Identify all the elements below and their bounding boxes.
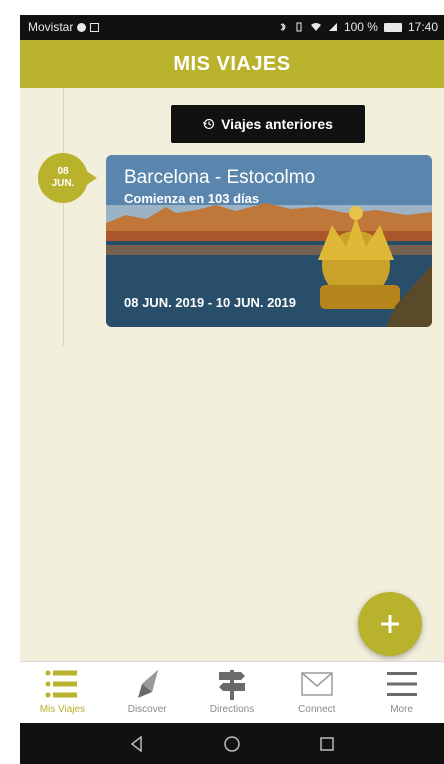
nav-label-connect: Connect	[298, 704, 336, 715]
battery-level: 100 %	[343, 20, 378, 34]
menu-icon	[386, 672, 417, 696]
trip-title: Barcelona - Estocolmo	[124, 167, 316, 188]
home-icon[interactable]	[222, 734, 242, 754]
nav-label-discover: Discover	[127, 704, 167, 715]
previous-trips-label: Viajes anteriores	[221, 116, 333, 132]
wifi-icon	[310, 23, 321, 31]
trip-date-day: 08	[57, 166, 69, 177]
signpost-icon	[218, 670, 245, 700]
nav-item-mis-viajes[interactable]: Mis Viajes	[20, 662, 105, 724]
trip-countdown: Comienza en 103 días	[124, 191, 260, 206]
recents-icon[interactable]	[317, 734, 337, 754]
bluetooth-icon	[280, 22, 286, 32]
phone-screen: Movistar 100 % 17:40 MIS VIAJES Viajes a…	[20, 15, 444, 764]
previous-trips-button[interactable]: Viajes anteriores	[171, 105, 365, 143]
system-nav-bar	[20, 723, 444, 764]
compass-icon	[138, 670, 159, 698]
app-header: MIS VIAJES	[20, 40, 444, 88]
nav-item-connect[interactable]: Connect	[274, 662, 359, 724]
timeline-line	[63, 88, 64, 346]
nav-label-mis-viajes: Mis Viajes	[39, 704, 86, 715]
page-title: MIS VIAJES	[173, 52, 291, 75]
vibrate-icon	[296, 22, 302, 32]
bottom-nav: Mis Viajes Discover Directions Connect M…	[20, 661, 444, 724]
add-trip-button[interactable]	[358, 592, 422, 656]
nav-label-directions: Directions	[209, 704, 255, 715]
nav-label-more: More	[390, 704, 413, 715]
carrier-name: Movistar	[28, 20, 74, 34]
battery-icon	[383, 22, 402, 32]
clock: 17:40	[407, 20, 438, 34]
envelope-icon	[301, 672, 333, 696]
status-right: 100 % 17:40	[278, 20, 438, 34]
nav-item-more[interactable]: More	[359, 662, 444, 724]
signal-icon	[328, 23, 337, 31]
trip-date-badge: 08 JUN.	[38, 153, 97, 203]
notification-icon	[90, 22, 100, 32]
back-icon[interactable]	[127, 734, 147, 754]
plus-icon	[381, 615, 399, 633]
status-left: Movistar	[28, 20, 100, 34]
nav-item-directions[interactable]: Directions	[190, 662, 275, 724]
trip-date-month: JUN.	[51, 178, 75, 189]
list-icon	[45, 670, 78, 698]
data-saver-icon	[77, 22, 87, 32]
trip-dates: 08 JUN. 2019 - 10 JUN. 2019	[124, 295, 296, 310]
nav-item-discover[interactable]: Discover	[105, 662, 190, 724]
status-bar: Movistar 100 % 17:40	[20, 15, 444, 40]
history-icon	[203, 118, 215, 130]
trip-card[interactable]: Barcelona - Estocolmo Comienza en 103 dí…	[106, 155, 432, 327]
